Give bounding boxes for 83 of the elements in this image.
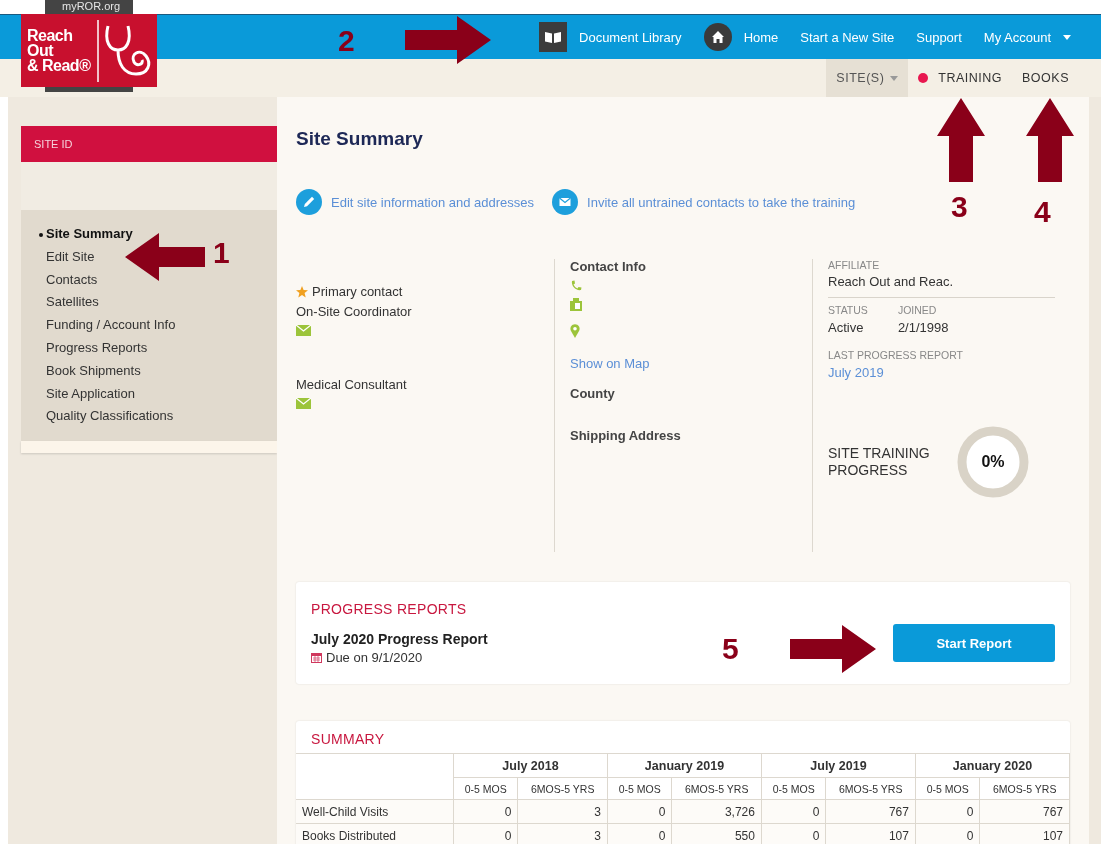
last-report-link[interactable]: July 2019 <box>828 365 1055 380</box>
summary-heading: SUMMARY <box>310 730 386 749</box>
row-label: Well-Child Visits <box>296 799 454 824</box>
annotation-number: 3 <box>951 190 968 224</box>
shipping-address-heading: Shipping Address <box>570 428 682 443</box>
contact-role: On-Site Coordinator <box>296 304 413 319</box>
subcolumn-header: 0-5 MOS <box>761 777 826 800</box>
site-id-header: SITE ID <box>21 126 277 162</box>
subcolumn-header: 0-5 MOS <box>453 777 518 800</box>
nav-link[interactable]: Support <box>916 29 962 45</box>
column-header: January 2020 <box>915 753 1070 778</box>
subcolumn-header: 0-5 MOS <box>607 777 672 800</box>
status-value: Active <box>828 320 865 335</box>
nav-link[interactable]: Home <box>703 23 779 51</box>
joined-date: 2/1/1998 <box>897 320 949 335</box>
envelope-icon <box>296 325 311 336</box>
column-header: July 2018 <box>453 753 608 778</box>
row-label: Books Distributed <box>296 823 454 844</box>
subcolumn-header: 6MOS-5 YRS <box>825 777 916 800</box>
logo[interactable]: Reach Out & Read® <box>21 14 157 87</box>
subcolumn-header: 6MOS-5 YRS <box>979 777 1070 800</box>
annotation-number: 4 <box>1034 195 1051 229</box>
training-percent: 0% <box>981 453 1005 471</box>
annotation-number: 2 <box>338 24 355 58</box>
affiliate-label: AFFILIATE <box>828 259 881 271</box>
start-report-button[interactable]: Start Report <box>893 624 1055 662</box>
subnav-tab[interactable]: BOOKS <box>1012 59 1079 97</box>
affiliate-value: Reach Out and Reac. <box>828 274 955 289</box>
training-progress-label: SITE TRAINING PROGRESS <box>828 445 931 479</box>
primary-contact-label: Primary contact <box>312 284 403 299</box>
book-icon[interactable] <box>539 22 567 52</box>
bullet-icon <box>39 233 43 237</box>
last-report-label: LAST PROGRESS REPORT <box>828 349 964 361</box>
action-link[interactable]: Invite all untrained contacts to take the training <box>552 189 856 215</box>
show-on-map-link[interactable]: Show on Map <box>570 356 812 371</box>
logo-text: Out <box>27 43 55 58</box>
subnav-tab[interactable]: SITE(S) <box>826 59 909 97</box>
envelope-icon[interactable] <box>552 189 579 215</box>
action-link[interactable]: Edit site information and addresses <box>296 189 535 215</box>
fax-icon <box>570 298 582 311</box>
subnav-tab[interactable]: TRAINING <box>908 59 1013 97</box>
table-cell: 3 <box>517 799 608 824</box>
location-pin-icon <box>570 324 580 338</box>
contact-role: Medical Consultant <box>296 377 408 392</box>
joined-label: JOINED <box>897 304 938 316</box>
report-title: July 2020 Progress Report <box>311 631 488 647</box>
subcolumn-header: 6MOS-5 YRS <box>517 777 608 800</box>
nav-link[interactable]: Document Library <box>539 22 682 52</box>
table-cell: 767 <box>825 799 916 824</box>
subcolumn-header: 6MOS-5 YRS <box>671 777 762 800</box>
sidebar-item[interactable]: Progress Reports <box>46 337 148 360</box>
sidebar-item[interactable]: Satellites <box>46 291 99 315</box>
subcolumn-header: 0-5 MOS <box>915 777 980 800</box>
sidebar-item[interactable]: Funding / Account Info <box>46 314 176 337</box>
site-address: myROR.org <box>62 0 121 12</box>
column-header: January 2019 <box>607 753 762 778</box>
sidebar-item[interactable]: Site Application <box>46 382 135 406</box>
contact-info-heading: Contact Info <box>570 259 647 274</box>
sidebar-item[interactable]: Edit Site <box>46 245 95 269</box>
envelope-icon <box>296 398 311 409</box>
column-header: July 2019 <box>761 753 916 778</box>
sidebar-item[interactable]: Book Shipments <box>46 359 141 383</box>
pencil-icon[interactable] <box>296 189 322 215</box>
home-icon[interactable] <box>703 23 732 51</box>
due-date: Due on 9/1/2020 <box>326 650 423 665</box>
sidebar-item[interactable]: Contacts <box>46 268 98 292</box>
table-cell: 3,726 <box>671 799 762 824</box>
sidebar-item[interactable]: Quality Classifications <box>46 405 174 429</box>
calendar-icon <box>311 652 322 663</box>
annotation-number: 1 <box>213 236 230 270</box>
table-cell: 767 <box>979 799 1070 824</box>
page-title: Site Summary <box>296 127 424 151</box>
status-label: STATUS <box>828 304 868 316</box>
nav-link[interactable]: Start a New Site <box>800 29 895 45</box>
phone-icon <box>570 280 582 292</box>
star-icon <box>296 285 308 298</box>
progress-reports-heading: PROGRESS REPORTS <box>311 601 468 617</box>
sidebar-item[interactable]: Site Summary <box>46 223 133 246</box>
nav-link[interactable]: My Account <box>983 29 1071 45</box>
county-heading: County <box>570 386 616 401</box>
logo-text: Reach <box>27 28 74 43</box>
logo-text: & Read® <box>27 58 91 73</box>
annotation-number: 5 <box>722 632 739 666</box>
